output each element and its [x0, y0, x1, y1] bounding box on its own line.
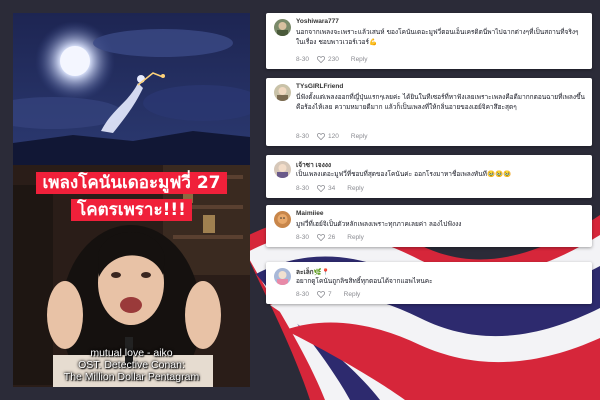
- like-count: 120: [328, 132, 339, 140]
- heart-icon: [317, 184, 326, 192]
- reply-button[interactable]: Reply: [347, 185, 364, 192]
- comment-card: Yoshiwara777 นอกจากเพลงจะเพราะแล้วเสนห์ …: [266, 13, 592, 69]
- comment-meta: 8-30 26 Reply: [296, 232, 364, 242]
- reply-button[interactable]: Reply: [344, 291, 361, 298]
- comment-text: เป็นเพลงเดอะมูฟวี่ที่ชอบที่สุดของโคนันค่…: [296, 170, 512, 178]
- comment-card: ละเล็ก🌿📍 อยากดูโคนันถูกลิขสิทธิ์ทุกตอนได…: [266, 262, 592, 304]
- like-button[interactable]: 230: [317, 55, 339, 63]
- like-button[interactable]: 7: [317, 290, 332, 298]
- comment-username[interactable]: TYsGIRLFriend: [296, 83, 343, 90]
- comment-text: นอกจากเพลงจะเพราะแล้วเสนห์ ของโคนันเดอะม…: [296, 28, 579, 46]
- comment-date: 8-30: [296, 233, 310, 241]
- headline-line-2: โคตรเพราะ!!!: [71, 199, 192, 221]
- user-avatar[interactable]: [274, 19, 291, 36]
- caption-line-1: mutual love - aiko: [90, 347, 173, 359]
- comment-meta: 8-30 120 Reply: [296, 131, 368, 141]
- like-count: 34: [328, 184, 336, 192]
- like-button[interactable]: 34: [317, 184, 336, 192]
- heart-icon: [317, 55, 326, 63]
- comment-date: 8-30: [296, 55, 310, 63]
- comment-meta: 8-30 7 Reply: [296, 289, 360, 299]
- user-avatar[interactable]: [274, 211, 291, 228]
- comment-date: 8-30: [296, 290, 310, 298]
- video-headline: เพลงโคนันเดอะมูฟวี่ 27 โคตรเพราะ!!!: [13, 170, 250, 224]
- like-button[interactable]: 120: [317, 132, 339, 140]
- comment-card: Maimiiee มูฟวี่ที่เฮย์จิเป็นตัวหลักเพลงเ…: [266, 205, 592, 247]
- comment-date: 8-30: [296, 184, 310, 192]
- user-avatar[interactable]: [274, 161, 291, 178]
- headline-line-1: เพลงโคนันเดอะมูฟวี่ 27: [36, 172, 227, 194]
- comment-card: TYsGIRLFriend นี่ฟังตั้งแต่เพลงออกที่ญี่…: [266, 78, 592, 146]
- like-button[interactable]: 26: [317, 233, 336, 241]
- reply-button[interactable]: Reply: [347, 234, 364, 241]
- like-count: 26: [328, 233, 336, 241]
- comment-meta: 8-30 230 Reply: [296, 54, 368, 64]
- comment-username[interactable]: ละเล็ก🌿📍: [296, 267, 330, 277]
- comment-date: 8-30: [296, 132, 310, 140]
- reply-button[interactable]: Reply: [351, 56, 368, 63]
- comment-card: เจ้าซา เจงงง เป็นเพลงเดอะมูฟวี่ที่ชอบที่…: [266, 155, 592, 198]
- caption-line-2: OST. Detective Conan:: [78, 359, 185, 371]
- like-count: 7: [328, 290, 332, 298]
- video-panel[interactable]: เพลงโคนันเดอะมูฟวี่ 27 โคตรเพราะ!!! mutu…: [13, 13, 250, 387]
- comment-text: นี่ฟังตั้งแต่เพลงออกที่ญี่ปุ่นแรกๆเลยค่ะ…: [296, 93, 585, 111]
- comment-username[interactable]: Maimiiee: [296, 210, 323, 217]
- comment-username[interactable]: Yoshiwara777: [296, 18, 339, 25]
- anime-night-scene: [13, 13, 250, 165]
- user-avatar[interactable]: [274, 268, 291, 285]
- comment-username[interactable]: เจ้าซา เจงงง: [296, 160, 331, 170]
- comment-text: มูฟวี่ที่เฮย์จิเป็นตัวหลักเพลงเพราะทุกภา…: [296, 220, 462, 228]
- caption-line-3: The Million Dollar Pentagram: [63, 371, 200, 383]
- heart-icon: [317, 290, 326, 298]
- comment-meta: 8-30 34 Reply: [296, 183, 364, 193]
- reply-button[interactable]: Reply: [351, 133, 368, 140]
- heart-icon: [317, 233, 326, 241]
- heart-icon: [317, 132, 326, 140]
- like-count: 230: [328, 55, 339, 63]
- song-caption: mutual love - aiko OST. Detective Conan:…: [13, 347, 250, 383]
- comment-text: อยากดูโคนันถูกลิขสิทธิ์ทุกตอนได้จากแอพไห…: [296, 277, 433, 285]
- user-avatar[interactable]: [274, 84, 291, 101]
